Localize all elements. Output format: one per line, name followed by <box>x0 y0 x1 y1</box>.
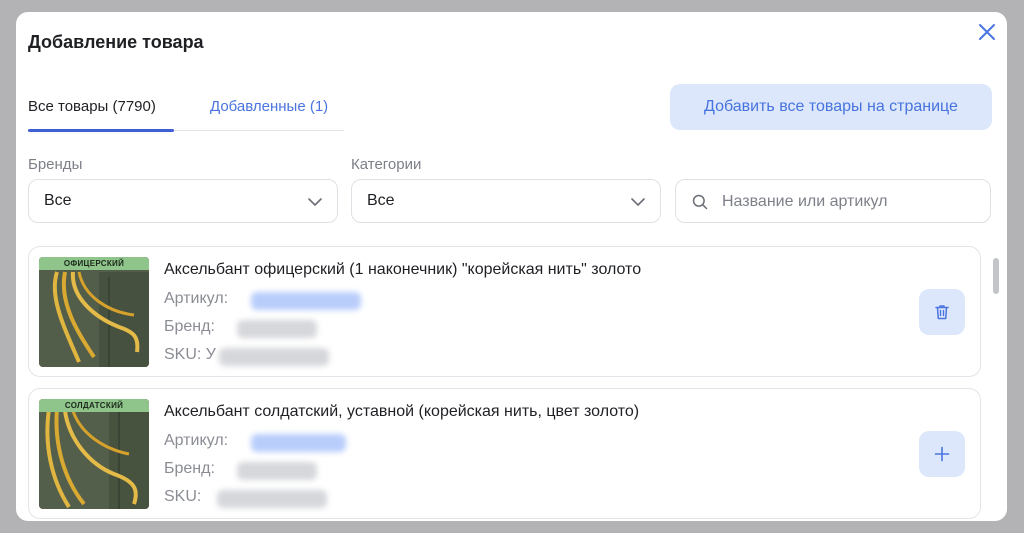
product-photo <box>39 399 149 509</box>
brands-label: Бренды <box>28 156 83 173</box>
tab-all-products[interactable]: Все товары (7790) <box>28 98 156 115</box>
brands-select[interactable]: Все <box>28 179 338 223</box>
product-brand-label: Бренд: <box>164 460 215 477</box>
trash-icon <box>935 305 949 320</box>
redacted-article <box>251 434 346 452</box>
close-button[interactable] <box>975 20 999 44</box>
redacted-brand <box>237 462 317 480</box>
product-image-label: СОЛДАТСКИЙ <box>39 399 149 412</box>
product-article-label: Артикул: <box>164 290 229 307</box>
product-brand-label: Бренд: <box>164 318 215 335</box>
brands-select-value: Все <box>44 192 72 209</box>
search-input[interactable] <box>720 190 974 214</box>
add-product-modal: Добавление товара Все товары (7790) Доба… <box>16 12 1007 521</box>
redacted-sku <box>219 348 329 366</box>
chevron-down-icon <box>631 198 645 206</box>
modal-title: Добавление товара <box>28 32 204 52</box>
remove-product-button[interactable] <box>919 289 965 335</box>
add-product-button[interactable] <box>919 431 965 477</box>
redacted-brand <box>237 320 317 338</box>
categories-select-value: Все <box>367 192 395 209</box>
sku-label-text: SKU: <box>164 346 202 363</box>
product-name: Аксельбант офицерский (1 наконечник) "ко… <box>164 261 642 278</box>
tab-added-products[interactable]: Добавленные (1) <box>210 98 328 115</box>
product-image: ОФИЦЕРСКИЙ <box>39 257 149 367</box>
categories-label: Категории <box>351 156 422 173</box>
redacted-sku <box>217 490 327 508</box>
product-article-label: Артикул: <box>164 432 229 449</box>
sku-visible-text: У <box>205 346 216 363</box>
tabs: Все товары (7790) Добавленные (1) <box>28 96 344 132</box>
close-icon[interactable] <box>977 22 997 42</box>
product-sku-label: SKU: <box>164 488 202 505</box>
scrollbar-thumb[interactable] <box>993 258 999 294</box>
product-image: СОЛДАТСКИЙ <box>39 399 149 509</box>
plus-icon <box>934 446 950 462</box>
product-photo <box>39 257 149 367</box>
search-field[interactable] <box>675 179 991 223</box>
redacted-article <box>251 292 361 310</box>
product-name: Аксельбант солдатский, уставной (корейск… <box>164 403 640 420</box>
categories-select[interactable]: Все <box>351 179 661 223</box>
product-image-label: ОФИЦЕРСКИЙ <box>39 257 149 270</box>
add-all-on-page-button[interactable]: Добавить все товары на странице <box>670 84 992 130</box>
active-tab-indicator <box>28 129 174 132</box>
product-sku-label: SKU: У <box>164 346 216 364</box>
product-card: СОЛДАТСКИЙ Аксельбант солдатский, уставн… <box>28 388 981 519</box>
product-card: ОФИЦЕРСКИЙ Аксельбант офицерский (1 нако… <box>28 246 981 377</box>
chevron-down-icon <box>308 198 322 206</box>
search-icon <box>692 194 708 210</box>
